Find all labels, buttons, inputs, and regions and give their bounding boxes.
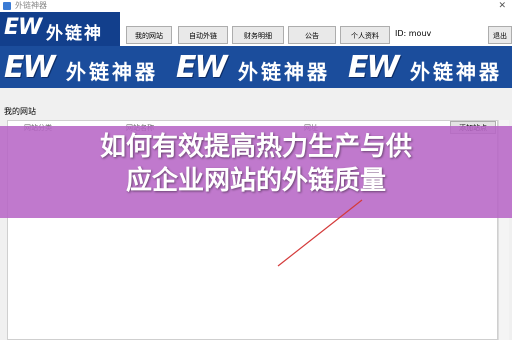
headline-line-2: 应企业网站的外链质量 bbox=[125, 166, 386, 196]
article-headline: 如何有效提高热力生产与供 应企业网站的外链质量 bbox=[0, 130, 512, 198]
headline-line-1: 如何有效提高热力生产与供 bbox=[99, 132, 412, 162]
